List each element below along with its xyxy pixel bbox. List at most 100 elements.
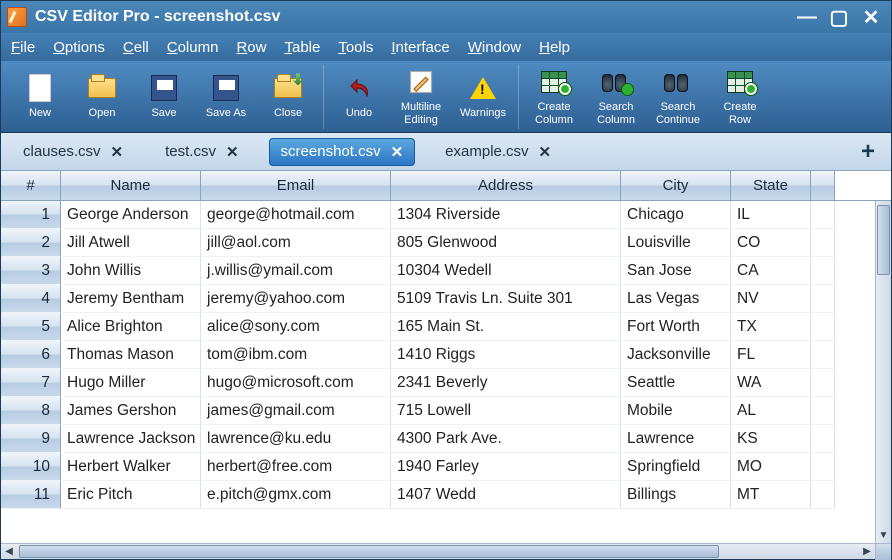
menu-help[interactable]: Help [539, 39, 570, 56]
menu-table[interactable]: Table [284, 39, 320, 56]
add-tab-button[interactable]: + [855, 138, 881, 166]
cell[interactable]: MT [731, 481, 811, 509]
cell[interactable]: Chicago [621, 201, 731, 229]
menu-window[interactable]: Window [468, 39, 521, 56]
toolbar-undo[interactable]: Undo [328, 65, 390, 129]
cell[interactable]: Lawrence [621, 425, 731, 453]
cell[interactable]: Springfield [621, 453, 731, 481]
tab-clauses-csv[interactable]: clauses.csv✕ [11, 138, 135, 166]
cell[interactable]: MO [731, 453, 811, 481]
cell[interactable]: Seattle [621, 369, 731, 397]
hscroll-right-icon[interactable]: ▶ [859, 544, 875, 559]
cell[interactable]: CA [731, 257, 811, 285]
toolbar-search-continue[interactable]: Search Continue [647, 65, 709, 129]
cell[interactable]: 4300 Park Ave. [391, 425, 621, 453]
cell[interactable]: WA [731, 369, 811, 397]
cell[interactable] [811, 397, 835, 425]
cell[interactable]: j.willis@ymail.com [201, 257, 391, 285]
cell[interactable]: Jill Atwell [61, 229, 201, 257]
minimize-button[interactable]: — [793, 6, 821, 28]
tab-close-icon[interactable]: ✕ [111, 143, 124, 161]
menu-column[interactable]: Column [167, 39, 219, 56]
menu-interface[interactable]: Interface [391, 39, 449, 56]
table-row[interactable]: 2Jill Atwelljill@aol.com805 GlenwoodLoui… [1, 229, 891, 257]
cell[interactable]: 715 Lowell [391, 397, 621, 425]
cell[interactable] [811, 201, 835, 229]
cell[interactable]: hugo@microsoft.com [201, 369, 391, 397]
toolbar-close[interactable]: Close [257, 65, 319, 129]
cell[interactable]: KS [731, 425, 811, 453]
cell[interactable] [811, 341, 835, 369]
column-header-email[interactable]: Email [201, 171, 391, 200]
vscroll-down-icon[interactable]: ▼ [876, 527, 891, 543]
toolbar-save[interactable]: Save [133, 65, 195, 129]
cell[interactable]: Mobile [621, 397, 731, 425]
cell[interactable]: Hugo Miller [61, 369, 201, 397]
menu-row[interactable]: Row [236, 39, 266, 56]
cell[interactable]: 805 Glenwood [391, 229, 621, 257]
cell[interactable]: John Willis [61, 257, 201, 285]
rownum-cell[interactable]: 4 [1, 285, 61, 313]
cell[interactable]: Lawrence Jackson [61, 425, 201, 453]
cell[interactable]: herbert@free.com [201, 453, 391, 481]
cell[interactable]: 1940 Farley [391, 453, 621, 481]
rownum-cell[interactable]: 3 [1, 257, 61, 285]
cell[interactable] [811, 313, 835, 341]
rownum-cell[interactable]: 6 [1, 341, 61, 369]
cell[interactable]: 1407 Wedd [391, 481, 621, 509]
cell[interactable] [811, 369, 835, 397]
cell[interactable] [811, 257, 835, 285]
toolbar-open[interactable]: Open [71, 65, 133, 129]
table-row[interactable]: 5Alice Brightonalice@sony.com165 Main St… [1, 313, 891, 341]
cell[interactable]: 165 Main St. [391, 313, 621, 341]
cell[interactable]: george@hotmail.com [201, 201, 391, 229]
tab-screenshot-csv[interactable]: screenshot.csv✕ [269, 138, 416, 166]
cell[interactable] [811, 425, 835, 453]
cell[interactable]: TX [731, 313, 811, 341]
column-header-state[interactable]: State [731, 171, 811, 200]
menu-file[interactable]: File [11, 39, 35, 56]
cell[interactable]: alice@sony.com [201, 313, 391, 341]
cell[interactable] [811, 285, 835, 313]
column-header-name[interactable]: Name [61, 171, 201, 200]
close-button[interactable]: ✕ [857, 6, 885, 28]
cell[interactable]: Thomas Mason [61, 341, 201, 369]
table-row[interactable]: 9Lawrence Jacksonlawrence@ku.edu4300 Par… [1, 425, 891, 453]
hscroll-thumb[interactable] [19, 545, 719, 558]
cell[interactable] [811, 453, 835, 481]
cell[interactable]: Las Vegas [621, 285, 731, 313]
horizontal-scrollbar[interactable]: ◀ ▶ [1, 543, 891, 559]
toolbar-new[interactable]: New [9, 65, 71, 129]
cell[interactable]: CO [731, 229, 811, 257]
toolbar-save-as[interactable]: Save As [195, 65, 257, 129]
column-header-address[interactable]: Address [391, 171, 621, 200]
table-row[interactable]: 3John Willisj.willis@ymail.com10304 Wede… [1, 257, 891, 285]
tab-close-icon[interactable]: ✕ [391, 143, 404, 161]
cell[interactable]: jill@aol.com [201, 229, 391, 257]
table-row[interactable]: 7Hugo Millerhugo@microsoft.com2341 Bever… [1, 369, 891, 397]
tab-test-csv[interactable]: test.csv✕ [153, 138, 250, 166]
cell[interactable]: AL [731, 397, 811, 425]
cell[interactable]: Billings [621, 481, 731, 509]
cell[interactable]: Alice Brighton [61, 313, 201, 341]
rownum-cell[interactable]: 1 [1, 201, 61, 229]
table-row[interactable]: 10Herbert Walkerherbert@free.com1940 Far… [1, 453, 891, 481]
table-row[interactable]: 6Thomas Masontom@ibm.com1410 RiggsJackso… [1, 341, 891, 369]
menu-options[interactable]: Options [53, 39, 105, 56]
toolbar-create-column[interactable]: Create Column [523, 65, 585, 129]
tab-close-icon[interactable]: ✕ [539, 143, 552, 161]
rownum-cell[interactable]: 7 [1, 369, 61, 397]
cell[interactable]: 10304 Wedell [391, 257, 621, 285]
cell[interactable] [811, 481, 835, 509]
toolbar-create-row[interactable]: Create Row [709, 65, 771, 129]
toolbar-warnings[interactable]: Warnings [452, 65, 514, 129]
tab-close-icon[interactable]: ✕ [226, 143, 239, 161]
cell[interactable]: 5109 Travis Ln. Suite 301 [391, 285, 621, 313]
tab-example-csv[interactable]: example.csv✕ [433, 138, 563, 166]
cell[interactable]: FL [731, 341, 811, 369]
cell[interactable]: Jacksonville [621, 341, 731, 369]
vscroll-thumb[interactable] [877, 205, 890, 275]
cell[interactable] [811, 229, 835, 257]
cell[interactable]: Jeremy Bentham [61, 285, 201, 313]
column-header-city[interactable]: City [621, 171, 731, 200]
